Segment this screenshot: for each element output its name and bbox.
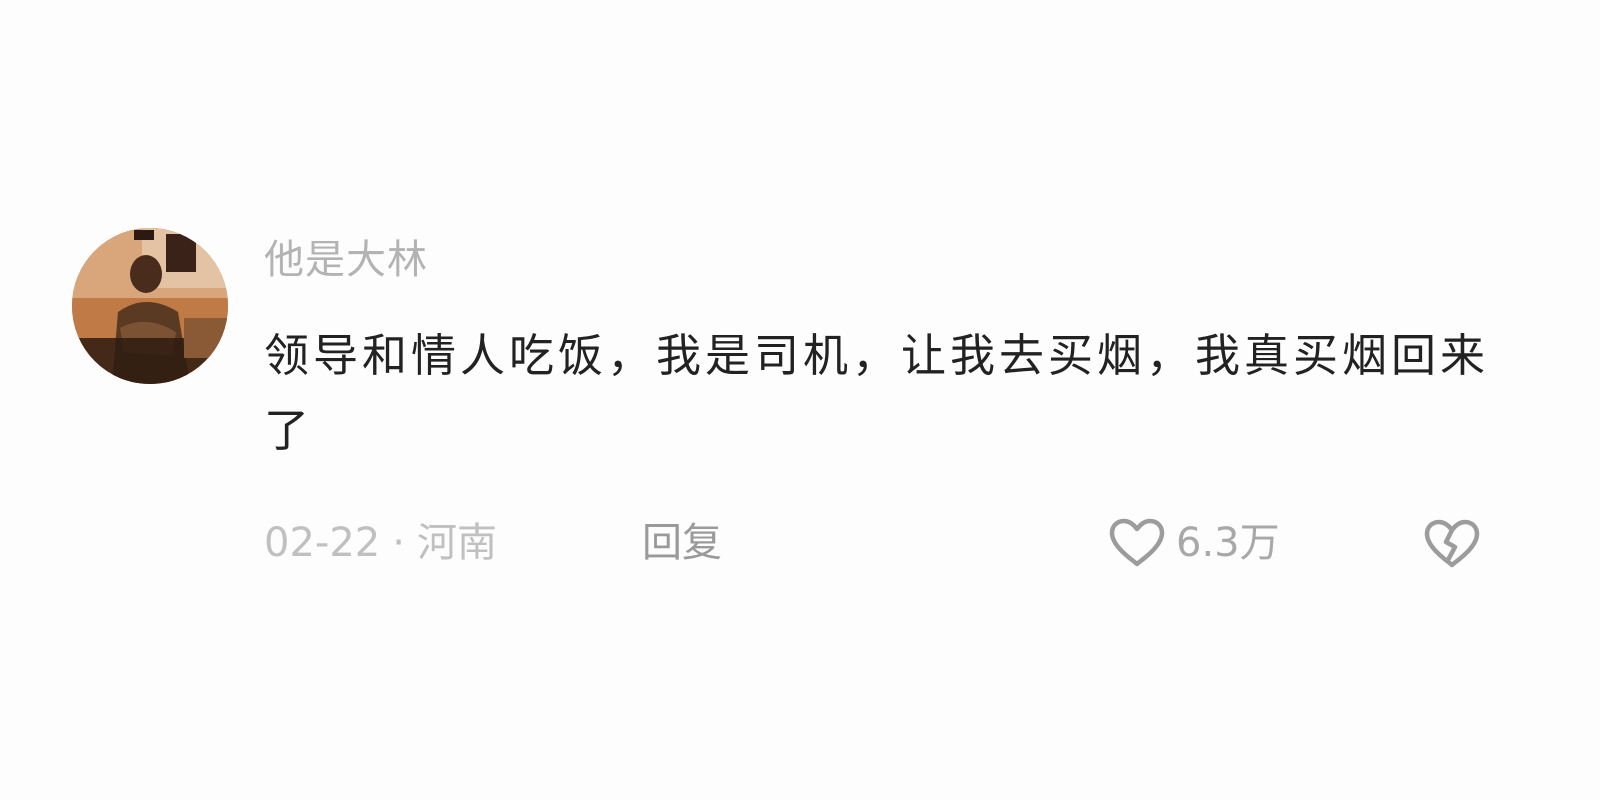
- dislike-button[interactable]: [1422, 518, 1482, 570]
- comment-meta: 02-22 · 河南: [264, 515, 497, 571]
- comment-text: 领导和情人吃饭，我是司机，让我去买烟，我真买烟回来了: [264, 329, 1490, 457]
- broken-heart-icon: [1424, 519, 1480, 568]
- like-count: 6.3万: [1176, 520, 1280, 566]
- reply-button[interactable]: 回复: [642, 515, 722, 571]
- username[interactable]: 他是大林: [264, 232, 428, 288]
- like-button[interactable]: 6.3万: [1108, 515, 1280, 571]
- comment-location: 河南: [416, 520, 497, 566]
- heart-outline-icon: [1109, 518, 1165, 567]
- avatar-photo: [72, 228, 228, 384]
- comment-date: 02-22: [264, 520, 381, 566]
- meta-separator: ·: [392, 520, 405, 566]
- comment-item: 他是大林 领导和情人吃饭，我是司机，让我去买烟，我真买烟回来了 02-22 · 河南…: [72, 228, 1532, 588]
- avatar[interactable]: [72, 228, 228, 384]
- comment-screenshot: 他是大林 领导和情人吃饭，我是司机，让我去买烟，我真买烟回来了 02-22 · 河南…: [0, 0, 1600, 800]
